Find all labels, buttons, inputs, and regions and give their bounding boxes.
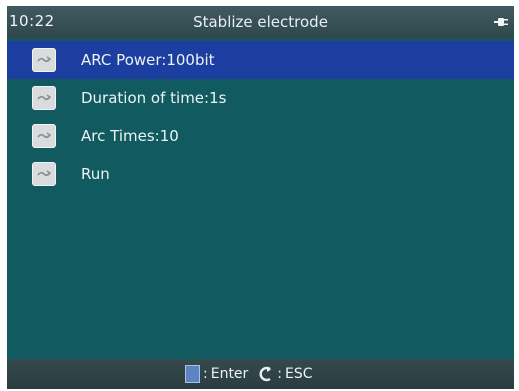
menu-item-run[interactable]: Run (7, 155, 514, 193)
arrow-icon (32, 48, 56, 72)
menu-item-label: Arc Times:10 (81, 127, 179, 145)
arrow-icon (32, 86, 56, 110)
menu-item-label: ARC Power:100bit (81, 51, 215, 69)
screen-title: Stablize electrode (193, 13, 328, 31)
menu-item-arc-times[interactable]: Arc Times:10 (7, 117, 514, 155)
arrow-icon (32, 124, 56, 148)
softkey-bar: : Enter : ESC (7, 359, 514, 389)
status-bar: 10:22 Stablize electrode (7, 6, 514, 39)
enter-hint-label: Enter (210, 366, 249, 382)
key-hints: : Enter : ESC (185, 365, 313, 383)
menu-item-duration[interactable]: Duration of time:1s (7, 79, 514, 117)
menu-item-label: Duration of time:1s (81, 89, 227, 107)
plug-icon (494, 18, 508, 26)
enter-separator: : (203, 366, 208, 382)
enter-key-icon (185, 365, 200, 383)
menu-item-arc-power[interactable]: ARC Power:100bit (7, 41, 514, 79)
esc-hint-label: ESC (285, 366, 313, 382)
back-arrow-icon (259, 366, 272, 382)
esc-separator: : (277, 366, 283, 382)
device-screen: 10:22 Stablize electrode ARC Power:100bi… (7, 6, 514, 389)
menu-item-label: Run (81, 165, 110, 183)
arrow-icon (32, 162, 56, 186)
menu-list: ARC Power:100bit Duration of time:1s Arc… (7, 41, 514, 193)
